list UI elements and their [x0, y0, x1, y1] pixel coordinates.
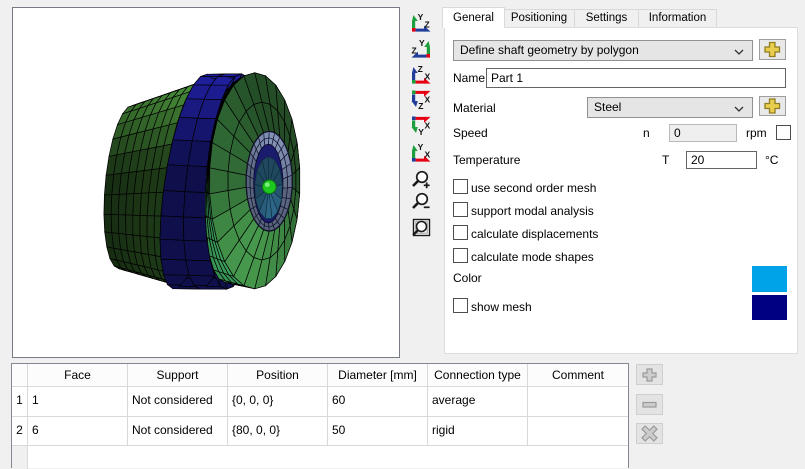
- svg-text:Y: Y: [419, 38, 425, 48]
- svg-text:Z: Z: [425, 20, 430, 30]
- svg-text:Z: Z: [418, 101, 423, 110]
- svg-text:X: X: [425, 121, 431, 131]
- svg-text:Y: Y: [418, 142, 424, 152]
- svg-text:X: X: [425, 150, 431, 160]
- svg-text:Z: Z: [412, 46, 417, 56]
- svg-text:Y: Y: [418, 127, 424, 136]
- svg-text:X: X: [425, 95, 431, 105]
- svg-text:X: X: [425, 72, 431, 82]
- svg-text:Y: Y: [418, 12, 424, 22]
- svg-text:Z: Z: [418, 64, 423, 74]
